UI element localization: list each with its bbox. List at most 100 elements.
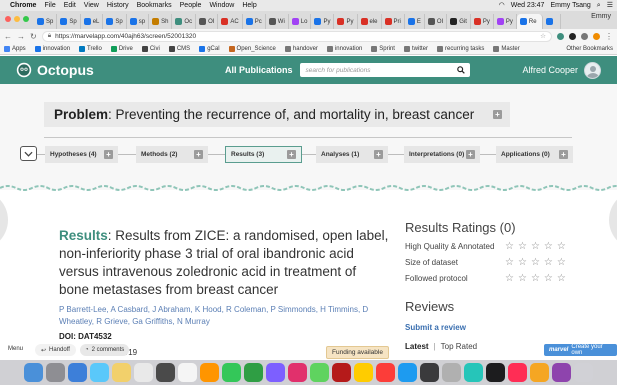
star-icon[interactable]: ☆ xyxy=(557,257,566,268)
browser-tab[interactable]: OI xyxy=(196,14,219,29)
star-icon[interactable]: ☆ xyxy=(544,257,553,268)
menu-people[interactable]: People xyxy=(180,0,202,11)
browser-tab[interactable]: Py xyxy=(471,14,494,29)
bookmark-item[interactable]: gCal xyxy=(199,45,220,52)
submit-review-link[interactable]: Submit a review xyxy=(405,323,466,332)
bookmark-item[interactable]: recurring tasks xyxy=(437,45,484,52)
browser-tab[interactable]: Sp xyxy=(57,14,81,29)
browser-tab[interactable]: eL xyxy=(81,14,104,29)
browser-tab[interactable]: ele xyxy=(358,14,382,29)
star-icon[interactable]: ☆ xyxy=(518,257,527,268)
bookmark-item[interactable]: Open_Science xyxy=(228,45,276,52)
browser-tab[interactable]: Wi xyxy=(266,14,289,29)
octopus-logo[interactable]: Octopus xyxy=(16,62,94,78)
url-field[interactable]: 🔒︎ https://marvelapp.com/40ajh63/screen/… xyxy=(41,30,552,42)
bookmark-star-icon[interactable]: ☆ xyxy=(540,32,546,40)
nav-all-publications[interactable]: All Publications xyxy=(225,65,293,75)
dock-app-icon[interactable] xyxy=(376,363,395,382)
add-icon[interactable]: + xyxy=(287,150,296,159)
browser-tab[interactable]: E xyxy=(405,14,425,29)
browser-tab[interactable]: Oc xyxy=(172,14,197,29)
menu-view[interactable]: View xyxy=(84,0,99,11)
extension-icon[interactable] xyxy=(581,32,588,40)
dock-app-icon[interactable] xyxy=(288,363,307,382)
stage-methods[interactable]: Methods (2) + xyxy=(136,146,208,163)
menu-edit[interactable]: Edit xyxy=(64,0,76,11)
star-icon[interactable]: ☆ xyxy=(557,241,566,252)
expand-problem-button[interactable]: + xyxy=(493,110,502,119)
star-rating[interactable]: ☆ ☆ ☆ ☆ ☆ xyxy=(505,273,566,284)
browser-tab[interactable] xyxy=(543,14,561,29)
minimize-window-icon[interactable] xyxy=(14,16,20,22)
menu-history[interactable]: History xyxy=(107,0,129,11)
funding-badge[interactable]: Funding available xyxy=(326,346,389,359)
star-icon[interactable]: ☆ xyxy=(505,257,514,268)
star-rating[interactable]: ☆ ☆ ☆ ☆ ☆ xyxy=(505,257,566,268)
dock-app-icon[interactable] xyxy=(552,363,571,382)
browser-tab[interactable]: Py xyxy=(311,14,335,29)
browser-tab[interactable]: Sh xyxy=(149,14,173,29)
dock-app-icon[interactable] xyxy=(354,363,373,382)
browser-tab[interactable]: sp xyxy=(127,14,150,29)
stage-interpretations[interactable]: Interpretations (0) + xyxy=(404,146,480,163)
star-icon[interactable]: ☆ xyxy=(544,273,553,284)
dock-app-icon[interactable] xyxy=(68,363,87,382)
menu-file[interactable]: File xyxy=(44,0,55,11)
browser-tab[interactable]: Pri xyxy=(382,14,405,29)
chrome-menu-icon[interactable]: ⋮ xyxy=(605,32,613,41)
dock-app-icon[interactable] xyxy=(24,363,43,382)
star-icon[interactable]: ☆ xyxy=(531,257,540,268)
browser-tab[interactable]: Lo xyxy=(289,14,312,29)
bookmark-item[interactable]: Civi xyxy=(141,45,160,52)
stage-analyses[interactable]: Analyses (1) + xyxy=(316,146,388,163)
dock-app-icon[interactable] xyxy=(332,363,351,382)
bookmark-item[interactable]: twitter xyxy=(403,45,428,52)
bookmark-item[interactable]: Trello xyxy=(79,45,102,52)
zoom-window-icon[interactable] xyxy=(23,16,29,22)
spotlight-icon[interactable]: ⌕ xyxy=(597,0,601,11)
dock-app-icon[interactable] xyxy=(46,363,65,382)
create-your-own-button[interactable]: marvel Create your own xyxy=(544,344,617,356)
collapse-toggle-button[interactable] xyxy=(20,146,37,161)
close-window-icon[interactable] xyxy=(5,16,11,22)
dock-app-icon[interactable] xyxy=(508,363,527,382)
bookmark-item[interactable]: CMS xyxy=(168,45,190,52)
bookmark-item[interactable]: Drive xyxy=(110,45,133,52)
dock-app-icon[interactable] xyxy=(112,363,131,382)
bookmark-item[interactable]: Apps xyxy=(4,45,26,52)
dock-app-icon[interactable] xyxy=(200,363,219,382)
dock-app-icon[interactable] xyxy=(244,363,263,382)
profile-button[interactable]: Emmy xyxy=(591,13,611,20)
author-list[interactable]: P Barrett-Lee, A Casbard, J Abraham, K H… xyxy=(59,304,389,328)
star-icon[interactable]: ☆ xyxy=(531,241,540,252)
browser-tab[interactable]: AC xyxy=(218,14,243,29)
dock-app-icon[interactable] xyxy=(266,363,285,382)
handoff-button[interactable]: ↩ Handoff xyxy=(35,344,76,356)
dock-app-icon[interactable] xyxy=(156,363,175,382)
star-icon[interactable]: ☆ xyxy=(505,241,514,252)
dock-app-icon[interactable] xyxy=(90,363,109,382)
dock-app-icon[interactable] xyxy=(442,363,461,382)
browser-tab[interactable]: OI xyxy=(425,14,448,29)
dock-app-icon[interactable] xyxy=(398,363,417,382)
clock[interactable]: Wed 23:47 xyxy=(511,0,545,11)
stage-results[interactable]: Results (3) + xyxy=(225,146,302,163)
menu-window[interactable]: Window xyxy=(209,0,234,11)
menu-user[interactable]: Emmy Tsang xyxy=(550,0,590,11)
add-icon[interactable]: + xyxy=(466,150,475,159)
dock-app-icon[interactable] xyxy=(530,363,549,382)
dock-app-icon[interactable] xyxy=(464,363,483,382)
bookmark-item[interactable]: innovation xyxy=(326,45,362,52)
add-icon[interactable]: + xyxy=(194,150,203,159)
star-icon[interactable]: ☆ xyxy=(518,241,527,252)
browser-tab[interactable]: Git xyxy=(447,14,471,29)
browser-tab[interactable]: Sp xyxy=(34,14,58,29)
add-icon[interactable]: + xyxy=(559,150,568,159)
dock-app-icon[interactable] xyxy=(420,363,439,382)
star-icon[interactable]: ☆ xyxy=(531,273,540,284)
stage-hypotheses[interactable]: Hypotheses (4) + xyxy=(45,146,118,163)
next-publication-button[interactable] xyxy=(609,190,617,250)
add-icon[interactable]: + xyxy=(374,150,383,159)
user-name[interactable]: Alfred Cooper xyxy=(522,65,578,75)
extension-icon[interactable] xyxy=(593,32,600,40)
